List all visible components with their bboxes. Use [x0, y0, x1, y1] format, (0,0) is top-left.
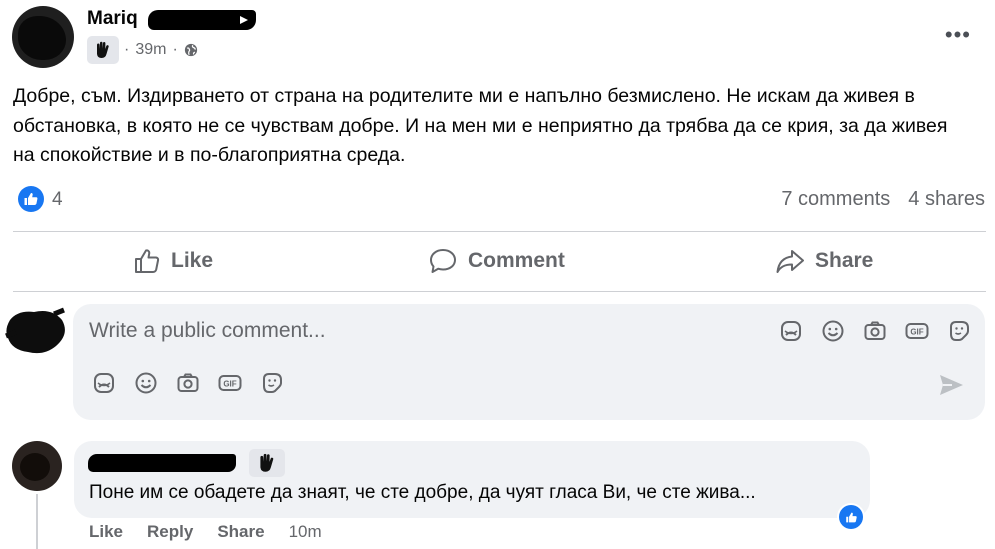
- send-icon[interactable]: [937, 372, 965, 398]
- redacted-commenter-name: [88, 454, 236, 472]
- post-stats: 7 comments 4 shares: [781, 188, 985, 211]
- emoji-icon[interactable]: [133, 370, 159, 396]
- svg-text:GIF: GIF: [223, 380, 236, 389]
- redacted-surname: [148, 10, 256, 30]
- like-button[interactable]: Like: [133, 243, 213, 279]
- avatar-sticker-icon[interactable]: [778, 318, 804, 344]
- comment-bubble: [74, 441, 870, 518]
- comment-button-label: Comment: [468, 249, 565, 272]
- comment-icon: [430, 249, 456, 273]
- sticker-icon[interactable]: [259, 370, 285, 396]
- meta-separator-2: ·: [172, 41, 178, 58]
- sticker-icon[interactable]: [946, 318, 972, 344]
- post-meta: · 39m ·: [124, 41, 198, 59]
- share-button[interactable]: Share: [775, 243, 873, 279]
- thread-line: [36, 494, 38, 549]
- comment-button[interactable]: Comment: [428, 243, 565, 279]
- like-count[interactable]: 4: [52, 189, 63, 211]
- like-button-label: Like: [171, 249, 214, 272]
- comments-count[interactable]: 7 comments: [781, 188, 890, 211]
- current-user-avatar[interactable]: [4, 306, 68, 356]
- comment-actions: Like Reply Share 10m: [89, 522, 322, 542]
- post-author-name[interactable]: Mariq: [87, 8, 138, 30]
- comment-like-link[interactable]: Like: [89, 522, 123, 542]
- divider: [13, 231, 986, 232]
- commenter-avatar[interactable]: [12, 441, 62, 491]
- wave-badge-icon: [249, 449, 285, 477]
- like-icon: [135, 249, 160, 273]
- avatar-sticker-icon[interactable]: [91, 370, 117, 396]
- comment-like-reaction-icon[interactable]: [837, 503, 865, 531]
- gif-icon[interactable]: GIF: [217, 370, 243, 396]
- divider: [13, 291, 986, 292]
- post-time[interactable]: 39m: [135, 41, 166, 59]
- comment-input[interactable]: Write a public comment...: [89, 319, 326, 343]
- post-text: Добре, съм. Издирването от страна на род…: [13, 85, 948, 166]
- more-icon[interactable]: •••: [945, 22, 971, 48]
- share-icon: [776, 250, 804, 273]
- composer-tools-bottom: GIF: [91, 370, 285, 396]
- emoji-icon[interactable]: [820, 318, 846, 344]
- wave-badge-icon: [87, 36, 119, 64]
- comment-time[interactable]: 10m: [289, 522, 322, 542]
- camera-icon[interactable]: [862, 318, 888, 344]
- shares-count[interactable]: 4 shares: [908, 188, 985, 211]
- like-reaction-icon[interactable]: [18, 186, 44, 212]
- meta-separator: ·: [124, 41, 130, 58]
- camera-icon[interactable]: [175, 370, 201, 396]
- globe-icon: [184, 43, 197, 57]
- comment-share-link[interactable]: Share: [217, 522, 264, 542]
- author-avatar[interactable]: [12, 6, 74, 68]
- share-button-label: Share: [815, 249, 874, 272]
- svg-text:GIF: GIF: [910, 328, 923, 337]
- comment-text: Поне им се обадете да знаят, че сте добр…: [89, 482, 756, 503]
- comment-reply-link[interactable]: Reply: [147, 522, 193, 542]
- gif-icon[interactable]: GIF: [904, 318, 930, 344]
- composer-tools-top: GIF: [778, 318, 972, 344]
